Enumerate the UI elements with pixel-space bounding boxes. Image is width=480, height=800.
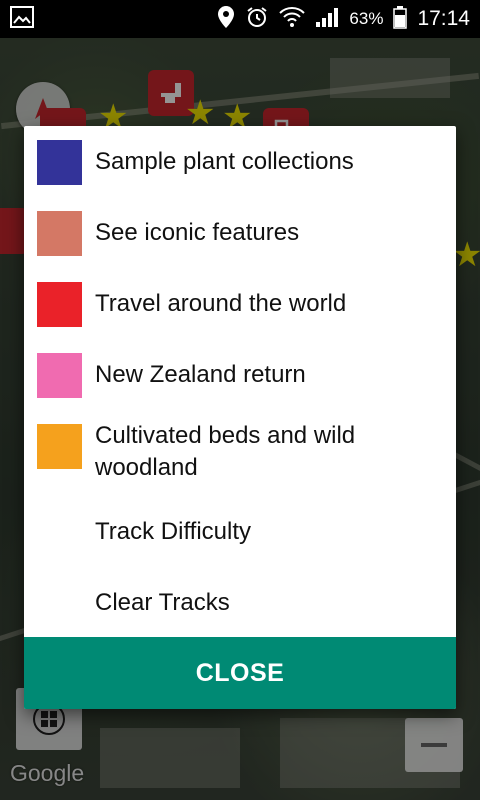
tracks-dialog: Sample plant collections See iconic feat…: [24, 126, 456, 709]
color-swatch: [37, 140, 82, 185]
color-swatch: [37, 282, 82, 327]
color-swatch: [37, 211, 82, 256]
list-item-clear-tracks[interactable]: Clear Tracks: [24, 581, 456, 626]
list-item-label: See iconic features: [95, 219, 300, 246]
battery-icon: [393, 5, 408, 33]
color-swatch: [37, 353, 82, 398]
list-item-new-zealand-return[interactable]: New Zealand return: [24, 353, 456, 398]
clock: 17:14: [417, 7, 470, 30]
location-icon: [217, 5, 235, 33]
color-swatch: [37, 424, 82, 469]
alarm-icon: [245, 5, 269, 33]
list-item-label: Cultivated beds and wild woodland: [95, 422, 356, 481]
close-button[interactable]: CLOSE: [24, 637, 456, 709]
list-item-track-difficulty[interactable]: Track Difficulty: [24, 510, 456, 555]
list-item-label: Clear Tracks: [95, 589, 230, 616]
status-bar: 63% 17:14: [0, 0, 480, 38]
battery-percent: 63%: [349, 9, 384, 28]
gallery-notification-icon: [10, 6, 34, 32]
list-item-label: Sample plant collections: [95, 148, 354, 175]
list-item-cultivated-beds-and-wild-woodland[interactable]: Cultivated beds and wild woodland: [24, 422, 456, 492]
list-item-label: Track Difficulty: [95, 518, 252, 545]
list-item-label: Travel around the world: [95, 290, 347, 317]
list-item-travel-around-the-world[interactable]: Travel around the world: [24, 282, 456, 327]
list-item-see-iconic-features[interactable]: See iconic features: [24, 211, 456, 256]
wifi-icon: [279, 6, 306, 32]
list-item-sample-plant-collections[interactable]: Sample plant collections: [24, 140, 456, 185]
signal-icon: [315, 6, 339, 32]
list-item-label: New Zealand return: [95, 361, 306, 388]
